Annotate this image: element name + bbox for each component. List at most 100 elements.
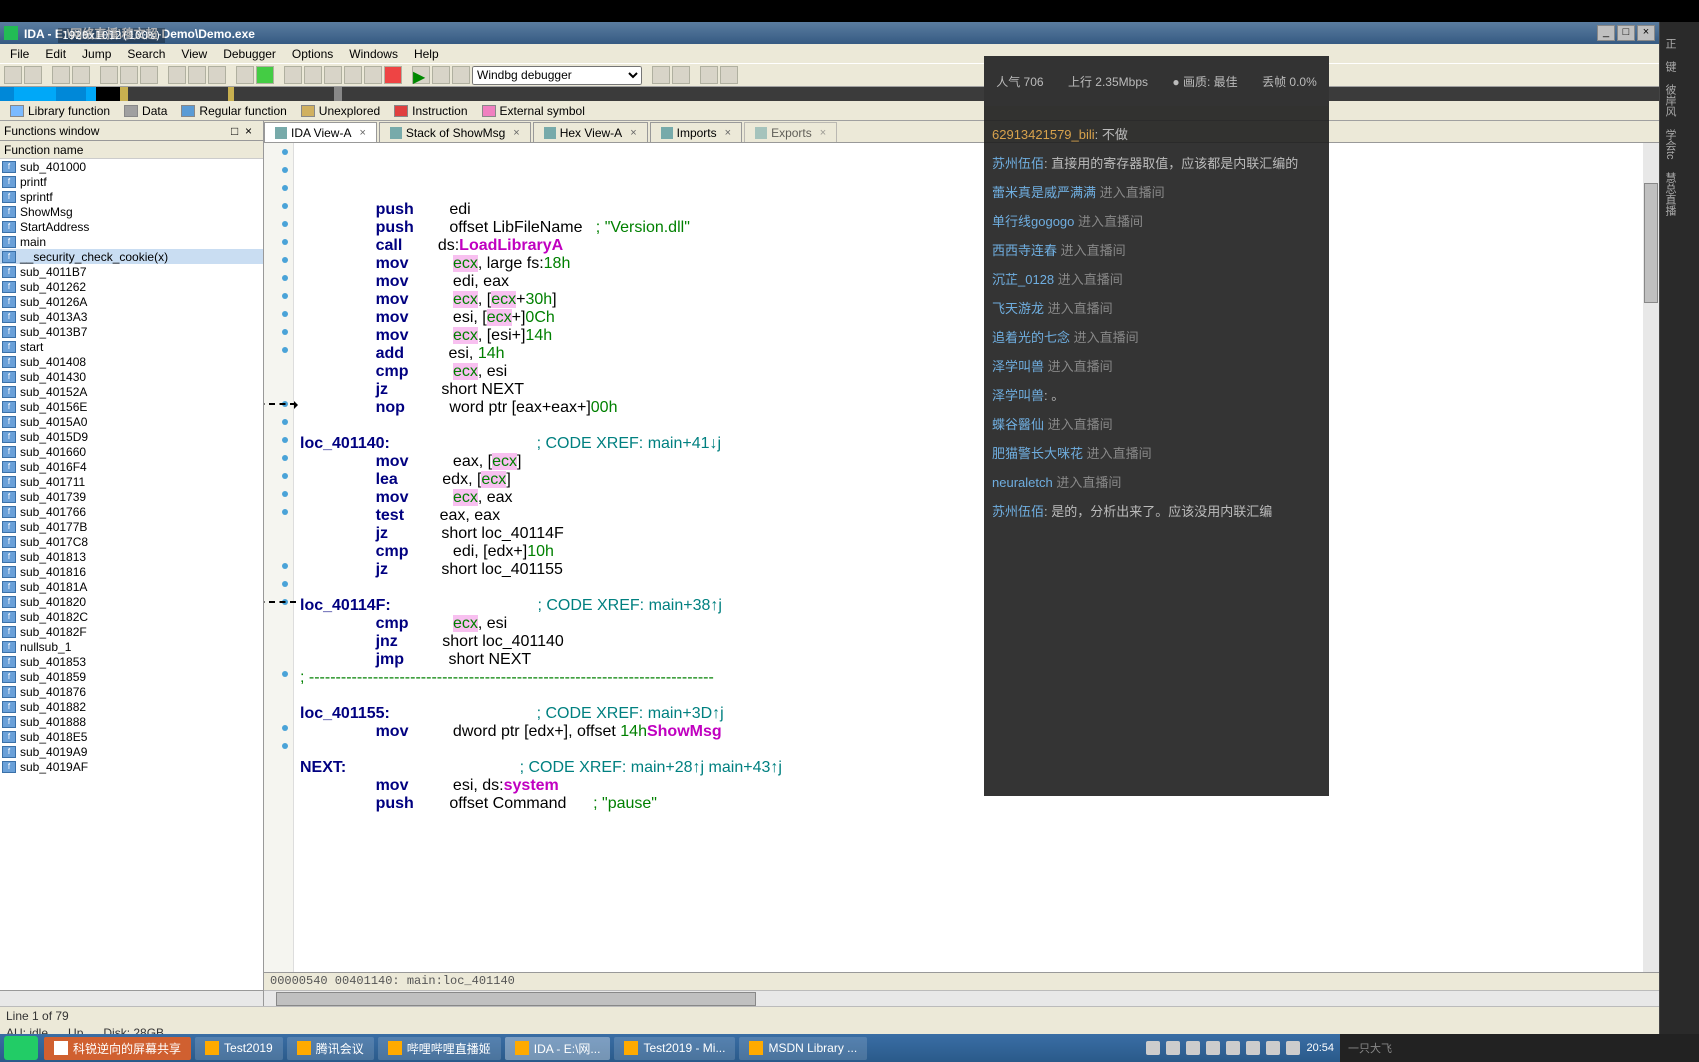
navigation-band[interactable]	[0, 87, 1659, 101]
stop2-button[interactable]	[452, 66, 470, 84]
function-row[interactable]: fsub_40182C	[0, 609, 263, 624]
stream-side-tabs[interactable]: 正键彼岸风学会tc慧总直播	[1659, 22, 1699, 1042]
tab-close-icon[interactable]: ×	[359, 127, 365, 139]
function-row[interactable]: fstart	[0, 339, 263, 354]
debugger-select[interactable]: Windbg debugger	[472, 66, 642, 85]
function-row[interactable]: fsub_4015A0	[0, 414, 263, 429]
code-line[interactable]	[300, 741, 1643, 759]
function-row[interactable]: fsub_4015D9	[0, 429, 263, 444]
threads-button[interactable]	[720, 66, 738, 84]
function-row[interactable]: fsub_40181A	[0, 579, 263, 594]
tray-icon[interactable]	[1226, 1041, 1240, 1055]
cut-button[interactable]	[120, 66, 138, 84]
breakpoint-dot[interactable]	[282, 725, 288, 731]
close-button[interactable]: ×	[1637, 25, 1655, 41]
function-row[interactable]: fsub_4019A9	[0, 744, 263, 759]
pause-button[interactable]	[432, 66, 450, 84]
step-into-button[interactable]	[284, 66, 302, 84]
function-row[interactable]: fsub_401876	[0, 684, 263, 699]
function-row[interactable]: fsub_40126A	[0, 294, 263, 309]
tray-icon[interactable]	[1206, 1041, 1220, 1055]
code-line[interactable]: mov ecx, [ecx+30h]	[300, 291, 1643, 309]
function-row[interactable]: fsub_4011B7	[0, 264, 263, 279]
step-over-button[interactable]	[304, 66, 322, 84]
taskbar[interactable]: 科锐逆向的屏幕共享 Test2019腾讯会议哔哩哔哩直播姬IDA - E:\网.…	[0, 1034, 1340, 1062]
function-row[interactable]: fprintf	[0, 174, 263, 189]
code-area[interactable]: push edi push offset LibFileName ; "Vers…	[300, 147, 1643, 813]
functions-hscrollbar[interactable]	[0, 990, 263, 1006]
function-row[interactable]: fsub_40182F	[0, 624, 263, 639]
tab-ida-view-a[interactable]: IDA View-A×	[264, 122, 377, 142]
function-row[interactable]: fsub_4017C8	[0, 534, 263, 549]
side-tab[interactable]: 正	[1660, 32, 1680, 55]
function-row[interactable]: fmain	[0, 234, 263, 249]
disassembly-view[interactable]: push edi push offset LibFileName ; "Vers…	[264, 143, 1659, 972]
breakpoint-dot[interactable]	[282, 239, 288, 245]
tray-icon[interactable]	[1246, 1041, 1260, 1055]
code-line[interactable]: cmp ecx, esi	[300, 615, 1643, 633]
tab-hex-view-a[interactable]: Hex View-A×	[533, 122, 648, 142]
code-line[interactable]: mov dword ptr [edx+], offset 14hShowMsg	[300, 723, 1643, 741]
stop-button[interactable]	[384, 66, 402, 84]
function-row[interactable]: fShowMsg	[0, 204, 263, 219]
code-line[interactable]: jmp short NEXT	[300, 651, 1643, 669]
run-button[interactable]	[256, 66, 274, 84]
breakpoint-dot[interactable]	[282, 221, 288, 227]
code-line[interactable]	[300, 579, 1643, 597]
tab-exports[interactable]: Exports×	[744, 122, 837, 142]
attach-button[interactable]	[652, 66, 670, 84]
tab-close-icon[interactable]: ×	[513, 127, 519, 139]
forward-button[interactable]	[72, 66, 90, 84]
breakpoint-dot[interactable]	[282, 293, 288, 299]
volume-icon[interactable]	[1286, 1041, 1300, 1055]
system-tray[interactable]: 20:54	[1140, 1041, 1340, 1055]
function-row[interactable]: fsub_4016F4	[0, 459, 263, 474]
function-row[interactable]: fsub_4019AF	[0, 759, 263, 774]
code-line[interactable]: nop word ptr [eax+eax+]00h	[300, 399, 1643, 417]
code-line[interactable]: lea edx, [ecx]	[300, 471, 1643, 489]
code-line[interactable]: jz short NEXT	[300, 381, 1643, 399]
function-row[interactable]: fsub_401660	[0, 444, 263, 459]
functions-list[interactable]: fsub_401000fprintffsprintffShowMsgfStart…	[0, 159, 263, 990]
menu-search[interactable]: Search	[121, 47, 171, 61]
titlebar[interactable]: IDA - E:\网络直播\穆文超-Demo\Demo.exe _ □ ×	[0, 22, 1659, 44]
function-row[interactable]: fsub_401408	[0, 354, 263, 369]
breakpoint-dot[interactable]	[282, 203, 288, 209]
breakpoint-dot[interactable]	[282, 671, 288, 677]
function-row[interactable]: fsub_401739	[0, 489, 263, 504]
menu-help[interactable]: Help	[408, 47, 445, 61]
tab-close-icon[interactable]: ×	[630, 127, 636, 139]
menu-windows[interactable]: Windows	[343, 47, 404, 61]
hscrollbar[interactable]	[264, 990, 1659, 1006]
code-line[interactable]: mov esi, ds:system	[300, 777, 1643, 795]
function-row[interactable]: fsub_4013B7	[0, 324, 263, 339]
back-button[interactable]	[52, 66, 70, 84]
function-row[interactable]: fsub_401262	[0, 279, 263, 294]
function-row[interactable]: fsub_401766	[0, 504, 263, 519]
code-line[interactable]: mov ecx, [esi+]14h	[300, 327, 1643, 345]
taskbar-item[interactable]: IDA - E:\网...	[505, 1037, 611, 1060]
function-row[interactable]: fsub_401813	[0, 549, 263, 564]
menu-view[interactable]: View	[175, 47, 213, 61]
function-row[interactable]: fsub_401711	[0, 474, 263, 489]
tab-close-icon[interactable]: ×	[725, 127, 731, 139]
code-line[interactable]: push offset LibFileName ; "Version.dll"	[300, 219, 1643, 237]
code-line[interactable]	[300, 687, 1643, 705]
functions-close-button[interactable]: ×	[245, 124, 259, 138]
function-row[interactable]: f__security_check_cookie(x)	[0, 249, 263, 264]
function-row[interactable]: fsub_401820	[0, 594, 263, 609]
run-to-cursor-button[interactable]	[344, 66, 362, 84]
clock[interactable]: 20:54	[1306, 1042, 1334, 1054]
tab-close-icon[interactable]: ×	[820, 127, 826, 139]
function-row[interactable]: fnullsub_1	[0, 639, 263, 654]
modules-button[interactable]	[700, 66, 718, 84]
undo-button[interactable]	[208, 66, 226, 84]
side-tab[interactable]: 学会tc	[1660, 123, 1680, 166]
function-row[interactable]: fsub_401888	[0, 714, 263, 729]
new-file-button[interactable]	[4, 66, 22, 84]
refresh-button[interactable]	[188, 66, 206, 84]
function-row[interactable]: fsub_401430	[0, 369, 263, 384]
menu-edit[interactable]: Edit	[39, 47, 72, 61]
code-line[interactable]: cmp edi, [edx+]10h	[300, 543, 1643, 561]
code-line[interactable]: mov ecx, eax	[300, 489, 1643, 507]
